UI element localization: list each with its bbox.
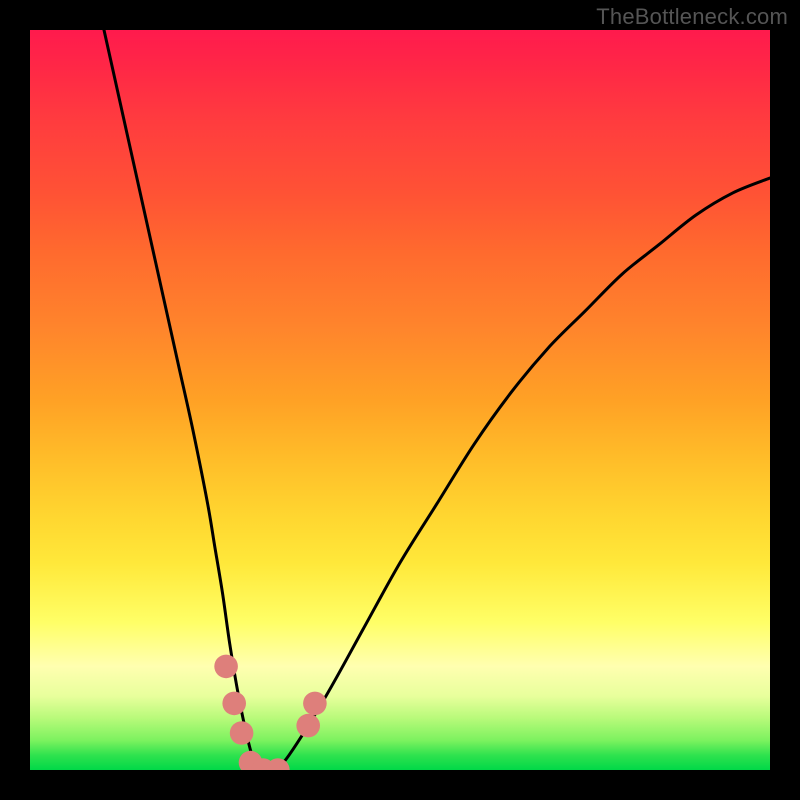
markers-group [214, 655, 326, 770]
bead-7 [296, 714, 320, 738]
bottleneck-curve [104, 30, 770, 770]
chart-svg [30, 30, 770, 770]
bead-8 [303, 692, 327, 716]
plot-area [30, 30, 770, 770]
bead-1 [214, 655, 238, 679]
watermark-text: TheBottleneck.com [596, 4, 788, 30]
chart-frame: TheBottleneck.com [0, 0, 800, 800]
bead-2 [222, 692, 246, 716]
bead-3 [230, 721, 254, 745]
